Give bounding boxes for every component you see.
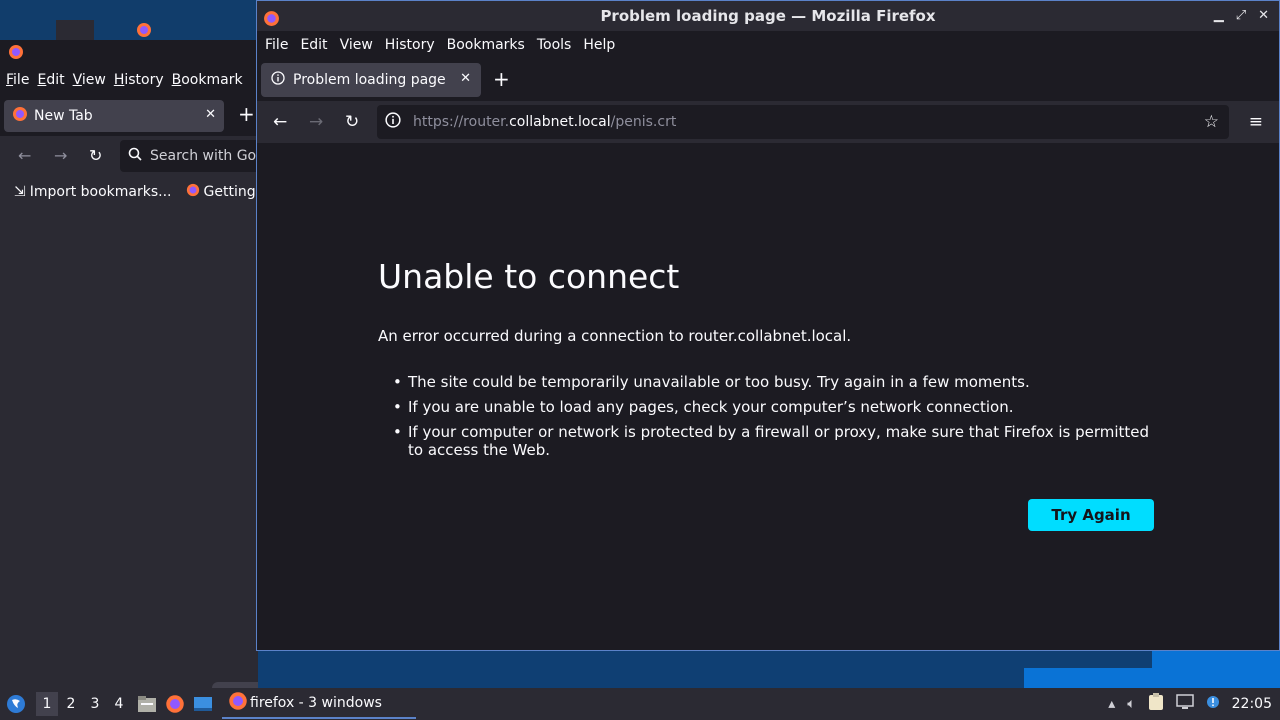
menubar: File Edit View History Bookmarks Tools H… bbox=[257, 31, 1279, 59]
forward-arrow-icon[interactable]: → bbox=[309, 112, 323, 132]
try-again-button[interactable]: Try Again bbox=[1028, 499, 1154, 531]
notification-icon[interactable] bbox=[1206, 695, 1220, 713]
close-tab-icon[interactable]: ✕ bbox=[460, 71, 471, 86]
firefox-icon bbox=[228, 691, 248, 715]
bookmarks-toolbar: ⇲ Import bookmarks... Getting bbox=[0, 176, 258, 208]
background-firefox-window[interactable]: File Edit View History Bookmark New Tab … bbox=[0, 40, 258, 688]
list-item: The site could be temporarily unavailabl… bbox=[378, 373, 1168, 391]
window-title: Problem loading page — Mozilla Firefox bbox=[600, 7, 936, 25]
error-suggestions: The site could be temporarily unavailabl… bbox=[378, 373, 1168, 466]
window-titlebar[interactable]: Problem loading page — Mozilla Firefox ▁… bbox=[257, 1, 1279, 31]
network-icon[interactable] bbox=[1175, 694, 1194, 714]
navbar: ← → ↻ https://router.collabnet.local/pen… bbox=[257, 101, 1279, 143]
desktop-window-fragment bbox=[56, 20, 94, 40]
reload-icon[interactable]: ↻ bbox=[89, 146, 102, 165]
menu-tools[interactable]: Tools bbox=[537, 37, 572, 53]
firefox-launcher-icon[interactable] bbox=[164, 693, 186, 715]
system-tray: ▴ 🔈︎ 22:05 bbox=[1108, 688, 1280, 720]
minimize-icon[interactable]: ▁ bbox=[1214, 1, 1224, 31]
close-tab-icon[interactable]: ✕ bbox=[205, 107, 216, 122]
error-title: Unable to connect bbox=[378, 257, 680, 296]
workspace-1[interactable]: 1 bbox=[36, 692, 58, 716]
tab-problem-loading[interactable]: Problem loading page ✕ bbox=[261, 63, 481, 97]
file-manager-icon[interactable] bbox=[136, 693, 158, 715]
url-path: /penis.crt bbox=[610, 114, 677, 130]
search-placeholder: Search with Go bbox=[150, 148, 257, 164]
list-item: If your computer or network is protected… bbox=[378, 423, 1168, 459]
tab-label: Problem loading page bbox=[293, 72, 446, 88]
back-arrow-icon[interactable]: ← bbox=[18, 146, 31, 165]
maximize-icon[interactable]: ⤢ bbox=[1236, 1, 1246, 31]
back-menu-bookmarks[interactable]: Bookmark bbox=[172, 72, 243, 88]
taskbar: 1 2 3 4 firefox - 3 windows ▴ 🔈︎ 22:05 bbox=[0, 688, 1280, 720]
menu-help[interactable]: Help bbox=[583, 37, 615, 53]
desktop-icon[interactable] bbox=[192, 693, 214, 715]
back-tabstrip: New Tab ✕ + bbox=[0, 96, 258, 136]
bookmark-getting-label: Getting bbox=[203, 184, 256, 200]
tabstrip: Problem loading page ✕ + bbox=[257, 59, 1279, 101]
back-menu-view[interactable]: View bbox=[73, 72, 106, 88]
tray-up-icon[interactable]: ▴ bbox=[1108, 696, 1115, 712]
hamburger-menu-icon[interactable]: ≡ bbox=[1249, 112, 1263, 132]
volume-icon[interactable]: 🔈︎ bbox=[1127, 696, 1135, 712]
workspace-2[interactable]: 2 bbox=[60, 692, 82, 716]
clipboard-icon[interactable] bbox=[1148, 693, 1164, 715]
bookmark-import-label: Import bookmarks... bbox=[29, 184, 172, 200]
firefox-icon bbox=[12, 106, 28, 126]
error-description: An error occurred during a connection to… bbox=[378, 327, 852, 345]
new-tab-icon[interactable]: + bbox=[493, 67, 510, 91]
reload-icon[interactable]: ↻ bbox=[345, 112, 359, 132]
back-titlebar[interactable] bbox=[0, 40, 258, 64]
firefox-icon bbox=[8, 44, 24, 64]
desktop-window-fragment bbox=[1152, 650, 1280, 670]
menu-edit[interactable]: Edit bbox=[300, 37, 327, 53]
menu-history[interactable]: History bbox=[385, 37, 435, 53]
start-menu-icon[interactable] bbox=[6, 694, 26, 714]
back-menubar: File Edit View History Bookmark bbox=[0, 64, 258, 96]
bookmark-import[interactable]: ⇲ Import bookmarks... bbox=[14, 184, 172, 200]
menu-bookmarks[interactable]: Bookmarks bbox=[447, 37, 525, 53]
back-tab-new-tab[interactable]: New Tab ✕ bbox=[4, 100, 224, 132]
back-search-input[interactable]: Search with Go bbox=[120, 140, 258, 172]
site-info-icon[interactable] bbox=[385, 112, 401, 132]
back-menu-file[interactable]: File bbox=[6, 72, 29, 88]
list-item: If you are unable to load any pages, che… bbox=[378, 398, 1168, 416]
taskbar-firefox-task[interactable]: firefox - 3 windows bbox=[222, 689, 416, 719]
back-tab-label: New Tab bbox=[34, 108, 93, 124]
url-host: collabnet.local bbox=[509, 114, 611, 130]
back-menu-edit[interactable]: Edit bbox=[37, 72, 64, 88]
back-navbar: ← → ↻ Search with Go bbox=[0, 136, 258, 176]
forward-arrow-icon[interactable]: → bbox=[54, 146, 67, 165]
menu-view[interactable]: View bbox=[340, 37, 373, 53]
url-prefix: https://router. bbox=[413, 114, 510, 130]
info-icon bbox=[271, 71, 285, 89]
window-controls: ▁ ⤢ ✕ bbox=[1214, 1, 1269, 31]
new-tab-icon[interactable]: + bbox=[238, 102, 255, 126]
search-icon bbox=[128, 147, 142, 165]
task-label: firefox - 3 windows bbox=[250, 695, 382, 711]
main-firefox-window[interactable]: Problem loading page — Mozilla Firefox ▁… bbox=[256, 0, 1280, 651]
clock: 22:05 bbox=[1231, 696, 1272, 712]
bookmark-getting-started[interactable]: Getting bbox=[186, 183, 256, 201]
desktop-window-fragment bbox=[1024, 668, 1280, 688]
workspace-4[interactable]: 4 bbox=[108, 692, 130, 716]
close-window-icon[interactable]: ✕ bbox=[1258, 1, 1269, 31]
firefox-icon bbox=[136, 22, 152, 42]
url-bar[interactable]: https://router.collabnet.local/penis.crt… bbox=[377, 105, 1229, 139]
bookmark-star-icon[interactable]: ☆ bbox=[1204, 112, 1219, 132]
firefox-icon bbox=[263, 7, 280, 37]
back-page-content bbox=[0, 248, 258, 688]
workspace-3[interactable]: 3 bbox=[84, 692, 106, 716]
url-text[interactable]: https://router.collabnet.local/penis.crt bbox=[413, 114, 676, 130]
back-menu-history[interactable]: History bbox=[114, 72, 164, 88]
firefox-icon bbox=[186, 183, 200, 201]
error-page: Unable to connect An error occurred duri… bbox=[257, 143, 1279, 650]
import-icon: ⇲ bbox=[14, 184, 26, 200]
menu-file[interactable]: File bbox=[265, 37, 288, 53]
back-arrow-icon[interactable]: ← bbox=[273, 112, 287, 132]
